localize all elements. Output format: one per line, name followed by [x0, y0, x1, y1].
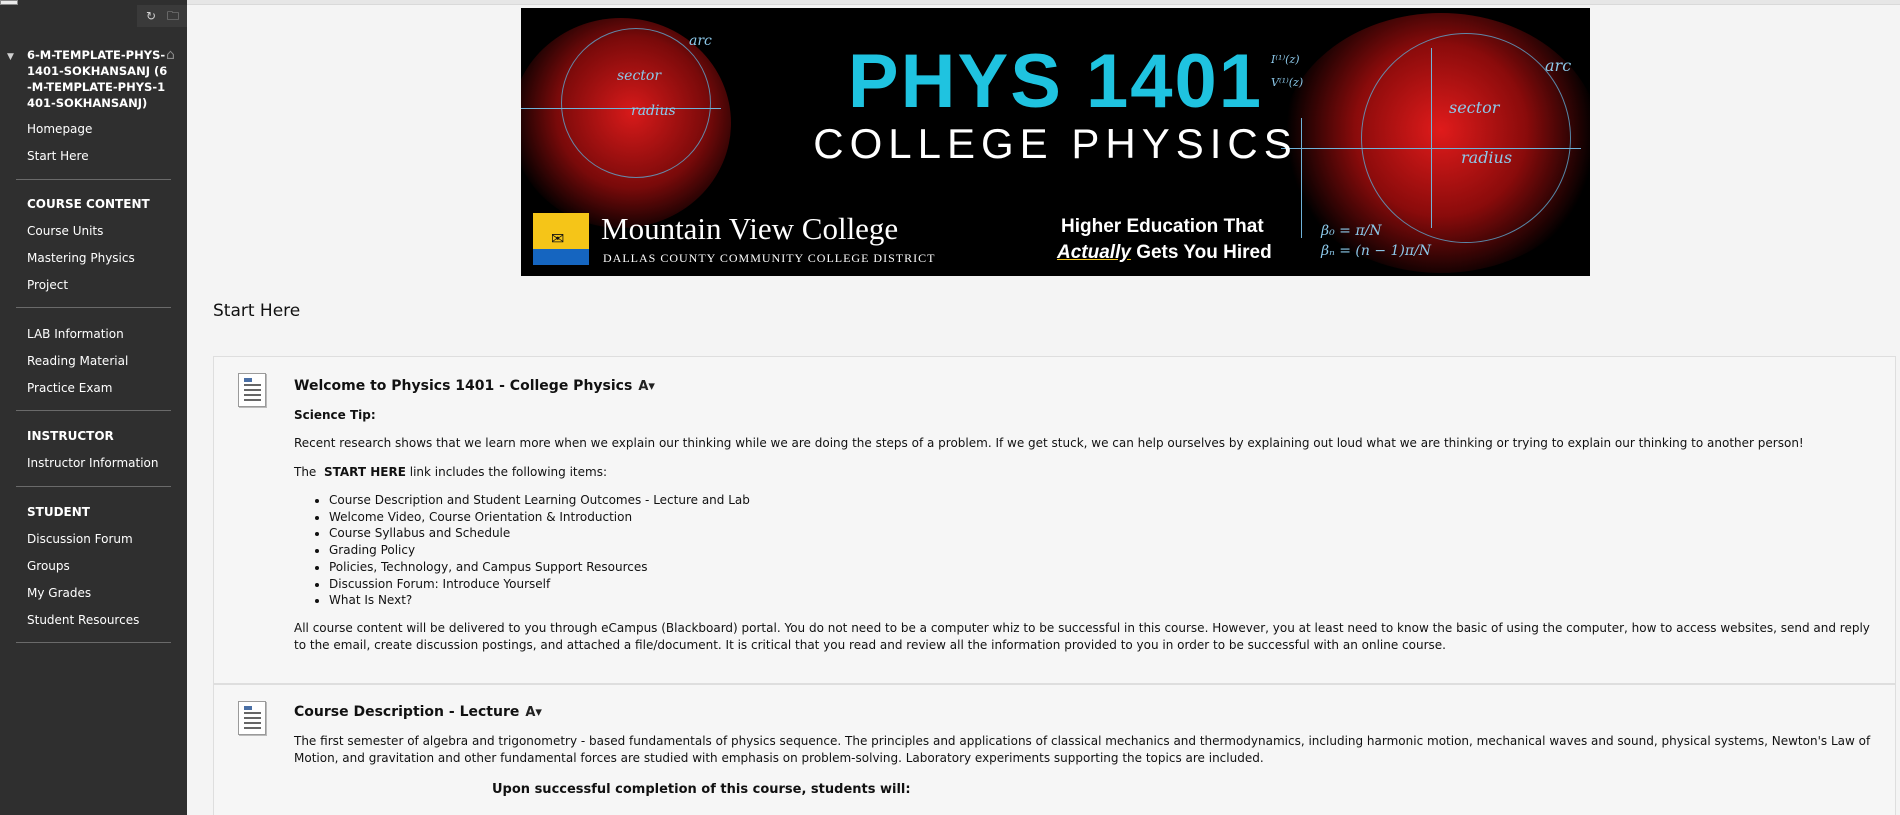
list-item: Grading Policy: [329, 542, 750, 559]
sidebar-toolbar: ↻ 🗀: [137, 5, 187, 27]
item-title[interactable]: Course Description - Lecture A▾: [294, 704, 542, 720]
document-icon: [238, 373, 266, 407]
course-menu-sidebar: ↻ 🗀 ▼ 6-M-TEMPLATE-PHYS-1401-SOKHANSANJ …: [0, 0, 187, 815]
outcomes-heading: Upon successful completion of this cours…: [492, 782, 911, 797]
item-title[interactable]: Welcome to Physics 1401 - College Physic…: [294, 378, 655, 394]
banner-course-name: COLLEGE PHYSICS: [813, 120, 1298, 167]
college-name: Mountain View College: [601, 211, 899, 246]
sidebar-heading-course-content: COURSE CONTENT: [27, 197, 150, 211]
sidebar-item-homepage[interactable]: Homepage: [27, 122, 92, 136]
item-title-text[interactable]: Course Description - Lecture: [294, 704, 519, 720]
science-tip-label: Science Tip:: [294, 408, 376, 422]
sidebar-heading-student: STUDENT: [27, 505, 90, 519]
tagline-line-1: Higher Education That: [1061, 216, 1264, 237]
intro-prefix: The: [294, 465, 317, 479]
item-options-menu-icon[interactable]: A▾: [638, 379, 655, 394]
refresh-icon[interactable]: ↻: [143, 8, 159, 24]
sidebar-item-student-resources[interactable]: Student Resources: [27, 613, 139, 627]
course-description-text: The first semester of algebra and trigon…: [294, 734, 1871, 765]
sidebar-item-instructor-information[interactable]: Instructor Information: [27, 456, 159, 470]
sidebar-divider: [16, 179, 171, 180]
sketch-glyph: β₀ = π/N: [1321, 223, 1382, 239]
item-title-text[interactable]: Welcome to Physics 1401 - College Physic…: [294, 378, 632, 394]
tagline-emphasis: Actually: [1057, 242, 1131, 263]
sidebar-item-project[interactable]: Project: [27, 278, 68, 292]
sidebar-item-lab-information[interactable]: LAB Information: [27, 327, 124, 341]
science-tip-text: Recent research shows that we learn more…: [294, 436, 1804, 450]
tagline-line-2: Actually Gets You Hired: [1057, 242, 1272, 264]
course-banner-image: arc arc sector radius sector radius β₀ =…: [521, 8, 1590, 276]
list-item: Discussion Forum: Introduce Yourself: [329, 576, 750, 593]
window-corner: [0, 0, 18, 5]
sketch-glyph: βₙ = (n − 1)π/N: [1321, 243, 1432, 259]
sidebar-item-practice-exam[interactable]: Practice Exam: [27, 381, 112, 395]
sidebar-item-course-units[interactable]: Course Units: [27, 224, 103, 238]
list-item: Course Syllabus and Schedule: [329, 525, 750, 542]
page-title: Start Here: [213, 301, 301, 321]
sidebar-item-start-here[interactable]: Start Here: [27, 149, 89, 163]
sidebar-divider: [16, 410, 171, 411]
top-bar: [187, 0, 1900, 5]
sidebar-item-discussion-forum[interactable]: Discussion Forum: [27, 532, 133, 546]
tagline-rest: Gets You Hired: [1130, 242, 1272, 263]
intro-suffix: link includes the following items:: [409, 465, 607, 479]
list-item: What Is Next?: [329, 592, 750, 609]
course-title[interactable]: 6-M-TEMPLATE-PHYS-1401-SOKHANSANJ (6-M-T…: [27, 47, 172, 111]
content-item-course-description: Course Description - Lecture A▾ The first…: [213, 684, 1896, 815]
sidebar-item-groups[interactable]: Groups: [27, 559, 70, 573]
home-icon[interactable]: ⌂: [166, 47, 175, 63]
list-item: Policies, Technology, and Campus Support…: [329, 559, 750, 576]
sidebar-divider: [16, 486, 171, 487]
start-here-intro: The START HERE link includes the followi…: [294, 464, 1874, 481]
delivery-note: All course content will be delivered to …: [294, 621, 1870, 652]
sidebar-item-reading-material[interactable]: Reading Material: [27, 354, 128, 368]
sidebar-item-my-grades[interactable]: My Grades: [27, 586, 91, 600]
start-here-list: Course Description and Student Learning …: [329, 492, 750, 609]
banner-course-number: PHYS 1401: [847, 39, 1264, 124]
college-logo: ✉: [533, 213, 589, 265]
list-item: Course Description and Student Learning …: [329, 492, 750, 509]
content-item-welcome: Welcome to Physics 1401 - College Physic…: [213, 356, 1896, 684]
document-icon: [238, 701, 266, 735]
college-district: DALLAS COUNTY COMMUNITY COLLEGE DISTRICT: [603, 251, 936, 265]
collapse-caret-icon[interactable]: ▼: [7, 52, 14, 62]
sidebar-item-mastering-physics[interactable]: Mastering Physics: [27, 251, 135, 265]
sidebar-divider: [16, 642, 171, 643]
sidebar-heading-instructor: INSTRUCTOR: [27, 429, 114, 443]
sidebar-divider: [16, 307, 171, 308]
intro-bold: START HERE: [323, 465, 406, 479]
envelope-icon: ✉: [551, 229, 565, 248]
item-options-menu-icon[interactable]: A▾: [525, 705, 542, 720]
list-item: Welcome Video, Course Orientation & Intr…: [329, 509, 750, 526]
folder-view-icon[interactable]: 🗀: [165, 8, 181, 24]
